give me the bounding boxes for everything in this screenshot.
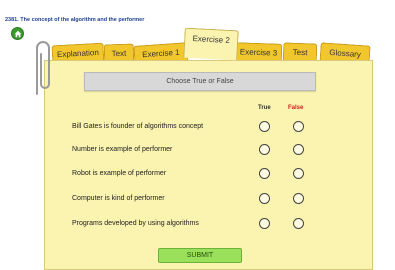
- statement-4-false-radio[interactable]: [293, 193, 304, 204]
- statement-5: Programs developed by using algorithms: [72, 220, 199, 227]
- home-button[interactable]: [11, 27, 24, 40]
- statement-2-true-radio[interactable]: [259, 144, 270, 155]
- paperclip-icon: [36, 41, 50, 95]
- statement-5-false-radio[interactable]: [293, 218, 304, 229]
- tab-exercise-2[interactable]: Exercise 2: [183, 27, 239, 61]
- statement-4: Computer is kind of performer: [72, 195, 165, 202]
- home-icon: [14, 30, 21, 37]
- statement-5-true-radio[interactable]: [259, 218, 270, 229]
- statement-4-true-radio[interactable]: [259, 193, 270, 204]
- statement-1: Bill Gates is founder of algorithms conc…: [72, 123, 204, 130]
- statement-3-false-radio[interactable]: [293, 168, 304, 179]
- statement-3-true-radio[interactable]: [259, 168, 270, 179]
- instruction-bar: Choose True or False: [84, 72, 316, 91]
- statement-1-false-radio[interactable]: [293, 121, 304, 132]
- true-column-header: True: [258, 105, 271, 111]
- statement-1-true-radio[interactable]: [259, 121, 270, 132]
- statement-2-false-radio[interactable]: [293, 144, 304, 155]
- exercise-panel: Choose True or False True False Bill Gat…: [44, 60, 373, 270]
- lesson-title: 2381. The concept of the algorithm and t…: [5, 17, 145, 23]
- false-column-header: False: [288, 105, 304, 111]
- submit-button[interactable]: SUBMIT: [158, 248, 242, 263]
- statement-3: Robot is example of performer: [72, 170, 167, 177]
- statement-2: Number is example of performer: [72, 146, 173, 153]
